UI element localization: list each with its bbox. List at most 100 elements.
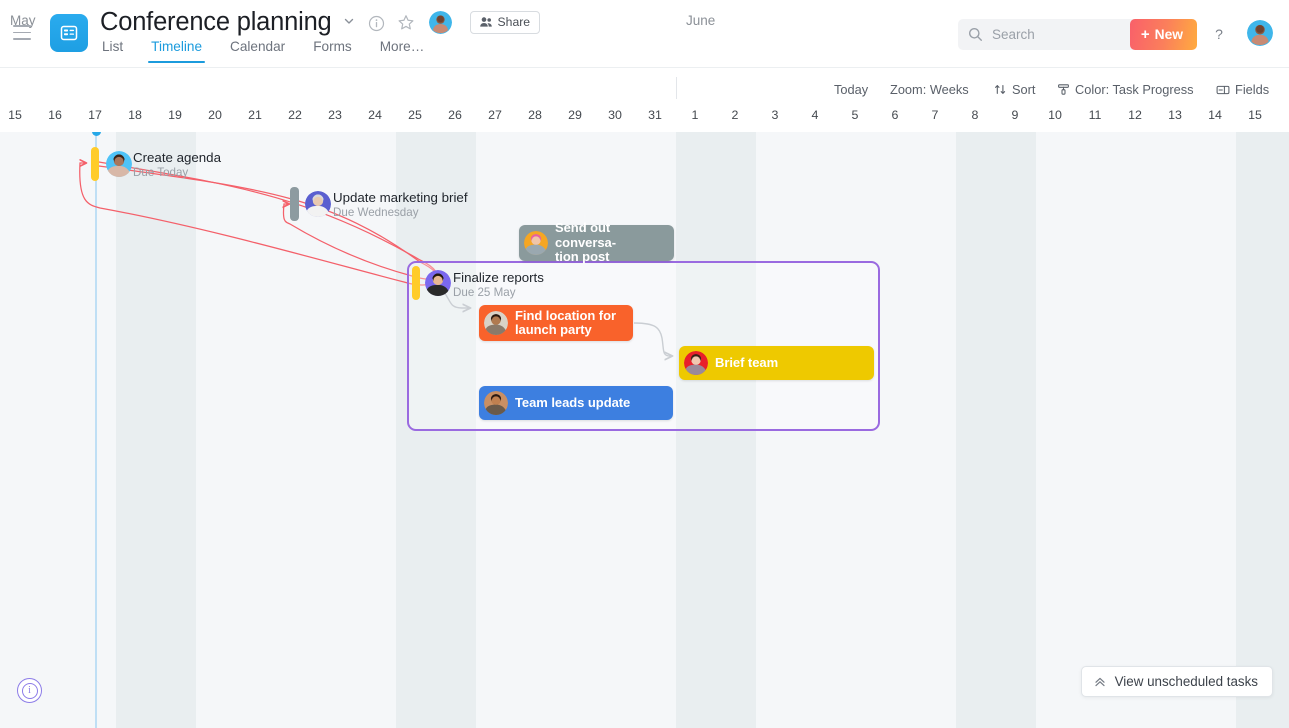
zoom-selector[interactable]: Zoom: Weeks [890, 82, 969, 97]
weekend-band [676, 132, 756, 728]
task-title: Team leads update [515, 394, 631, 410]
task-label-create-agenda[interactable]: Create agenda Due Today [133, 150, 221, 180]
info-icon[interactable] [368, 15, 385, 32]
task-due: Due Wednesday [333, 206, 419, 219]
search-placeholder: Search [992, 27, 1035, 42]
task-avatar-send-out-conversation-post[interactable] [524, 231, 548, 255]
today-label: Today [834, 82, 869, 97]
tab-more[interactable]: More… [380, 39, 425, 63]
day-tick-14: 14 [1208, 108, 1222, 122]
task-due: Due Today [133, 166, 189, 179]
app-root: Conference planning Share List Timeline … [0, 0, 1289, 728]
day-tick-22: 22 [288, 108, 302, 122]
search-icon [969, 28, 982, 41]
task-avatar-create-agenda[interactable] [106, 151, 132, 177]
task-avatar-find-location-for-launch-party[interactable] [484, 311, 508, 335]
people-icon [479, 17, 492, 27]
task-avatar-finalize-reports[interactable] [425, 270, 451, 296]
tab-forms[interactable]: Forms [313, 39, 352, 63]
task-bar-update-marketing-brief[interactable] [290, 187, 299, 221]
share-button[interactable]: Share [469, 10, 541, 34]
avatar[interactable] [428, 10, 452, 34]
day-tick-6: 6 [891, 108, 899, 122]
fields-button[interactable]: Fields [1216, 82, 1269, 97]
tab-list[interactable]: List [102, 39, 123, 63]
day-tick-5: 5 [851, 108, 859, 122]
unscheduled-label: View unscheduled tasks [1114, 674, 1258, 689]
avatar-image [1247, 20, 1273, 46]
weekend-band [396, 132, 476, 728]
new-label: New [1154, 27, 1183, 42]
view-unscheduled-tasks-button[interactable]: View unscheduled tasks [1080, 666, 1273, 697]
view-tabs: List Timeline Calendar Forms More… [102, 39, 452, 64]
fields-icon [1216, 85, 1230, 94]
fields-label: Fields [1235, 82, 1270, 97]
day-tick-3: 3 [771, 108, 779, 122]
task-title: Send out conversa-tion post [555, 220, 616, 265]
task-bar-finalize-reports[interactable] [412, 266, 420, 300]
task-avatar-team-leads-update[interactable] [484, 391, 508, 415]
star-glyph [398, 15, 414, 30]
today-marker-dot [92, 132, 101, 136]
info-glyph [368, 15, 384, 31]
today-button[interactable]: Today [834, 82, 868, 97]
task-due: Due 25 May [453, 286, 516, 299]
weekend-band [1236, 132, 1289, 728]
task-avatar-brief-team[interactable] [684, 351, 708, 375]
help-button[interactable]: ? [1207, 22, 1231, 46]
top-header: Conference planning Share List Timeline … [0, 0, 1289, 68]
day-tick-1: 1 [691, 108, 699, 122]
task-label-update-marketing-brief[interactable]: Update marketing brief Due Wednesday [333, 190, 468, 220]
task-bar-team-leads-update[interactable]: Team leads update [479, 386, 673, 420]
sort-label: Sort [1012, 82, 1036, 97]
task-bar-send-out-conversation-post[interactable]: Send out conversa-tion post [519, 221, 674, 264]
task-avatar-update-marketing-brief[interactable] [305, 191, 331, 217]
day-tick-20: 20 [208, 108, 222, 122]
paint-icon [1058, 84, 1069, 95]
day-tick-19: 19 [168, 108, 182, 122]
timeline-canvas[interactable]: Create agenda Due Today Update marketing … [0, 132, 1289, 728]
page-title[interactable]: Conference planning [100, 7, 332, 37]
month-label-june: June [686, 13, 716, 28]
zoom-label: Zoom: Weeks [890, 82, 969, 97]
day-tick-30: 30 [608, 108, 622, 122]
avatar-image [484, 391, 508, 415]
task-bar-brief-team[interactable]: Brief team [679, 346, 874, 380]
avatar-image [425, 270, 451, 296]
day-tick-29: 29 [568, 108, 582, 122]
tab-timeline[interactable]: Timeline [148, 39, 205, 64]
chevron-down-icon[interactable] [342, 14, 356, 33]
share-label: Share [497, 15, 531, 29]
add-new-button[interactable]: + New [1129, 19, 1197, 50]
sort-button[interactable]: Sort [994, 82, 1035, 97]
color-label: Color: Task Progress [1075, 82, 1194, 97]
day-tick-25: 25 [408, 108, 422, 122]
search-input[interactable]: Search [958, 19, 1138, 50]
day-tick-9: 9 [1011, 108, 1019, 122]
day-tick-13: 13 [1168, 108, 1182, 122]
user-avatar[interactable] [1247, 20, 1273, 46]
star-icon[interactable] [397, 14, 415, 32]
day-tick-11: 11 [1088, 108, 1102, 122]
task-bar-create-agenda[interactable] [91, 147, 99, 181]
task-bar-find-location-for-launch-party[interactable]: Find location for launch party [479, 305, 633, 341]
board-icon[interactable] [50, 14, 88, 52]
color-button[interactable]: Color: Task Progress [1057, 82, 1194, 97]
help-label: ? [1215, 26, 1223, 42]
tab-calendar[interactable]: Calendar [230, 39, 285, 63]
task-title: Finalize reports [453, 270, 544, 285]
sort-icon [995, 85, 1006, 94]
plus-icon: + [1140, 26, 1150, 43]
info-help-button[interactable]: i [17, 678, 42, 703]
task-title: Update marketing brief [333, 190, 468, 205]
day-tick-21: 21 [248, 108, 262, 122]
task-title: Brief team [715, 354, 779, 370]
day-tick-7: 7 [931, 108, 939, 122]
task-label-finalize-reports[interactable]: Finalize reports Due 25 May [453, 270, 544, 300]
weekend-band [116, 132, 196, 728]
day-tick-24: 24 [368, 108, 382, 122]
avatar-image [428, 10, 452, 34]
day-tick-17: 17 [88, 108, 102, 122]
today-marker-line [95, 132, 97, 728]
month-label-may: May [10, 13, 36, 28]
